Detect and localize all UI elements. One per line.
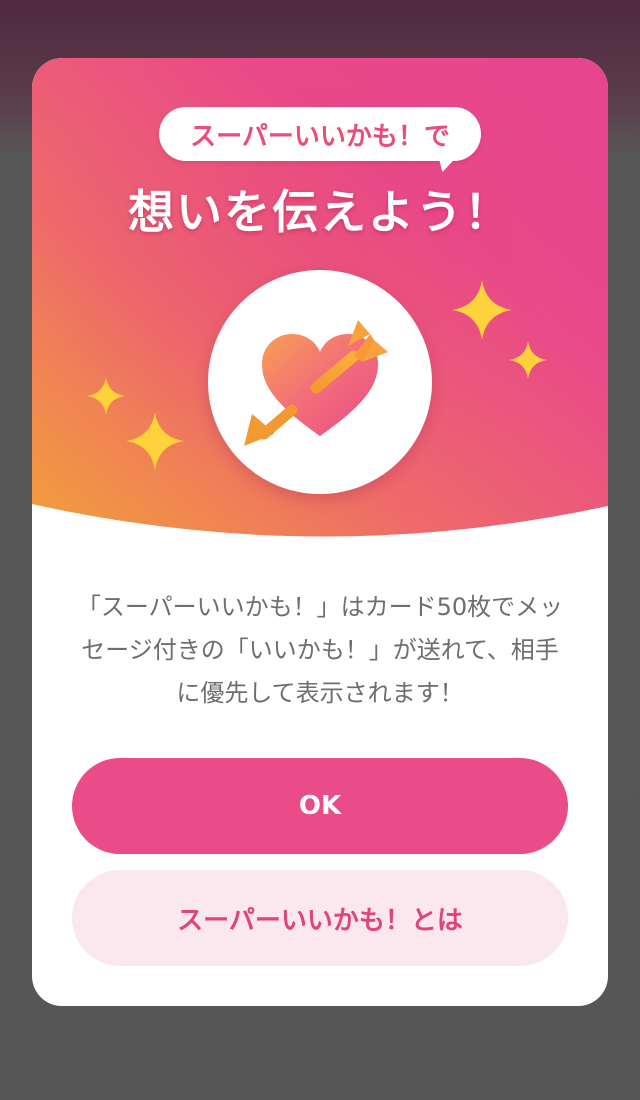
super-like-modal: スーパーいいかも！で 想いを伝えよう！ 「スーパーいいかも！」はカード50枚でメ… xyxy=(32,58,608,1006)
page-title: 想いを伝えよう！ xyxy=(128,185,512,239)
sparkle-icon xyxy=(87,377,125,415)
what-is-super-like-button[interactable]: スーパーいいかも！とは xyxy=(72,870,568,966)
sparkle-icon xyxy=(125,411,185,471)
bubble-tail xyxy=(434,154,460,172)
heart-arrow-icon xyxy=(244,320,388,446)
hero-banner: スーパーいいかも！で 想いを伝えよう！ xyxy=(32,58,608,558)
ok-button[interactable]: OK xyxy=(72,758,568,854)
promo-bubble: スーパーいいかも！で xyxy=(159,107,481,161)
hero-icon-circle xyxy=(208,270,432,494)
sparkle-icon xyxy=(509,341,547,379)
description-text: 「スーパーいいかも！」はカード50枚でメッセージ付きの「いいかも！」が送れて、相… xyxy=(76,593,564,707)
sparkle-icon xyxy=(452,280,512,340)
